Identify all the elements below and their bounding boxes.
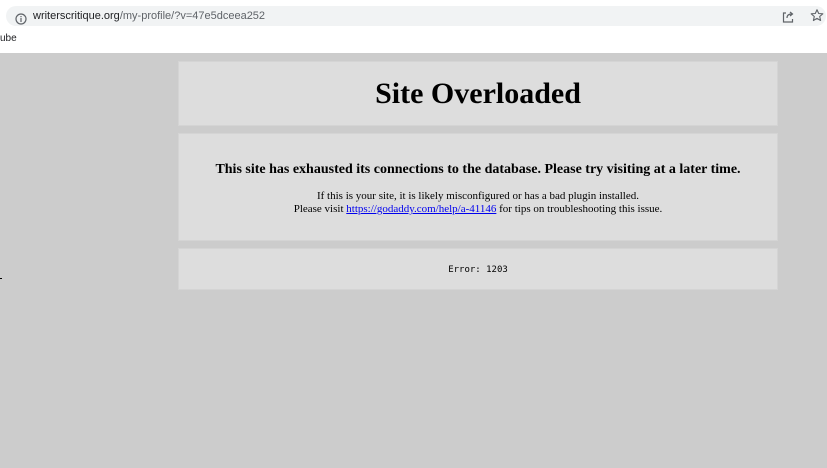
title-panel: Site Overloaded	[178, 61, 778, 126]
message-panel: This site has exhausted its connections …	[178, 133, 778, 241]
message-body: If this is your site, it is likely misco…	[179, 190, 777, 216]
body-line-1: If this is your site, it is likely misco…	[316, 190, 639, 202]
error-code: Error: 1203	[448, 265, 508, 275]
star-icon[interactable]	[810, 8, 824, 23]
info-icon[interactable]	[15, 10, 27, 25]
page-title: Site Overloaded	[375, 77, 581, 110]
share-icon[interactable]	[781, 9, 795, 23]
message-heading: This site has exhausted its connections …	[215, 162, 741, 177]
browser-toolbar: writerscritique.org/my-profile/?v=47e5dc…	[0, 0, 827, 53]
bookmark-item[interactable]: ube	[0, 33, 17, 45]
body-line-2-suffix: for tips on troubleshooting this issue.	[496, 203, 663, 215]
url-path: /my-profile/?v=47e5dceea252	[119, 10, 266, 22]
address-bar[interactable]: writerscritique.org/my-profile/?v=47e5dc…	[6, 6, 826, 26]
help-link[interactable]: https://godaddy.com/help/a-41146	[346, 203, 496, 215]
body-line-2: Please visit https://godaddy.com/help/a-…	[179, 203, 777, 216]
body-line-2-prefix: Please visit	[293, 203, 347, 215]
url-text[interactable]: writerscritique.org/my-profile/?v=47e5dc…	[33, 9, 265, 23]
stray-dot	[0, 278, 2, 279]
page-viewport: Site Overloaded This site has exhausted …	[0, 53, 827, 468]
error-panel: Error: 1203	[178, 248, 778, 290]
url-domain: writerscritique.org	[33, 10, 120, 22]
